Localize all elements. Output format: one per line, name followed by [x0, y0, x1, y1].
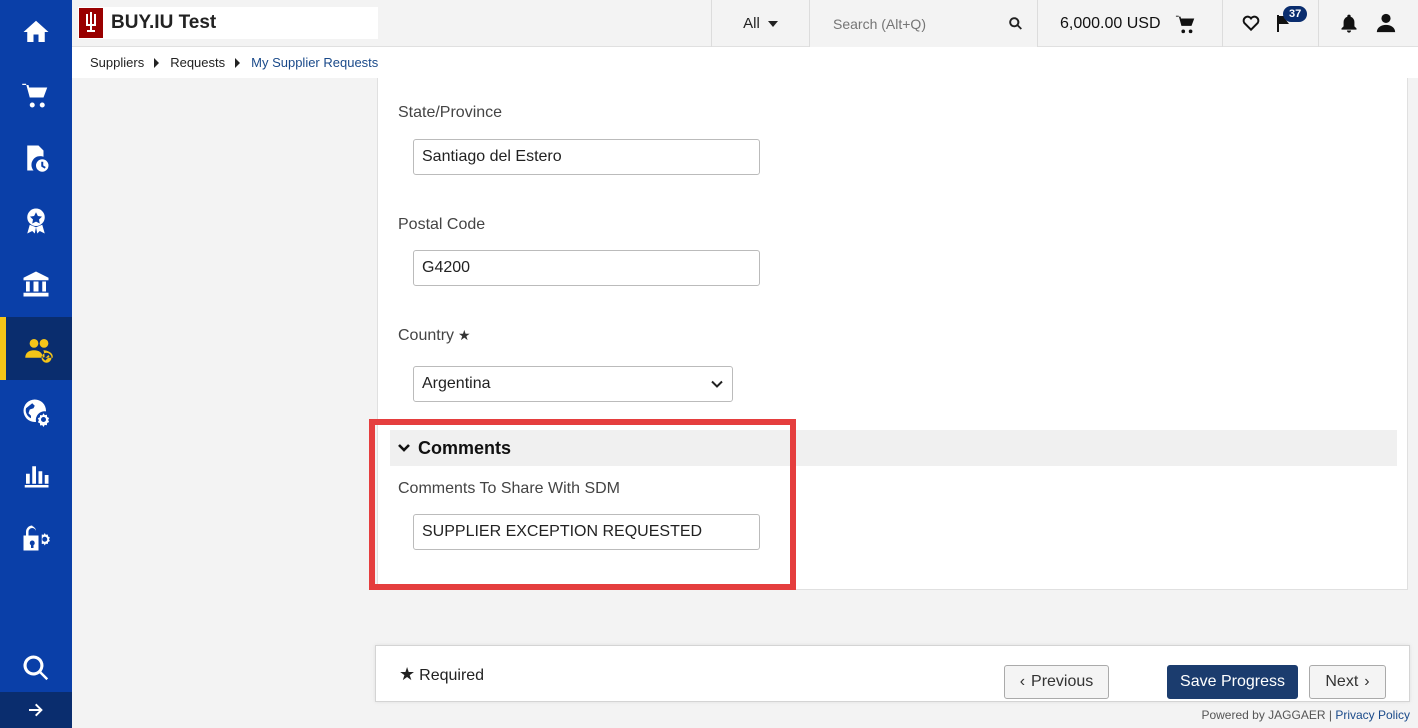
- breadcrumb-my-supplier-requests[interactable]: My Supplier Requests: [251, 55, 378, 70]
- document-clock-icon: [27, 145, 49, 172]
- favorites-and-flags: 37: [1222, 0, 1318, 47]
- site-logo[interactable]: BUY.IU Test: [78, 7, 378, 39]
- nav-shop[interactable]: [0, 63, 72, 126]
- bank-icon: [23, 271, 49, 296]
- required-star-icon: ★: [399, 664, 416, 684]
- comments-value: SUPPLIER EXCEPTION REQUESTED: [422, 523, 703, 540]
- search-scope-value: All: [743, 15, 760, 32]
- search-scope-select[interactable]: All: [711, 0, 809, 47]
- nav-sourcing[interactable]: [0, 380, 72, 443]
- search-icon[interactable]: [1008, 16, 1023, 31]
- arrow-right-icon: [29, 703, 43, 717]
- search-box: [809, 0, 1037, 47]
- caret-right-icon: [154, 57, 160, 68]
- left-navigation: [0, 0, 72, 728]
- chevron-left-icon: ‹: [1019, 673, 1026, 690]
- search-icon: [23, 654, 49, 680]
- save-progress-button[interactable]: Save Progress: [1167, 665, 1298, 699]
- nav-orders[interactable]: [0, 126, 72, 189]
- chevron-right-icon: ›: [1364, 673, 1370, 690]
- chevron-down-icon: [398, 444, 410, 452]
- nav-administer[interactable]: [0, 506, 72, 569]
- form-action-bar: ★ Required ‹ Previous Save Progress Next ›: [375, 645, 1410, 702]
- caret-right-icon: [235, 57, 241, 68]
- powered-by-text: Powered by JAGGAER: [1201, 708, 1326, 722]
- breadcrumb-suppliers[interactable]: Suppliers: [90, 55, 144, 70]
- comments-label: Comments To Share With SDM: [398, 480, 620, 497]
- required-star-icon: ★: [458, 327, 471, 343]
- cart-icon: [22, 83, 48, 107]
- logo-text: BUY.IU Test: [111, 12, 217, 33]
- postal-code-value: G4200: [422, 259, 471, 276]
- search-input[interactable]: [833, 15, 983, 32]
- country-label: Country: [398, 327, 455, 344]
- required-note: ★ Required: [399, 664, 484, 685]
- chevron-down-icon: [711, 380, 723, 388]
- powered-by-footer: Powered by JAGGAER | Privacy Policy: [1201, 708, 1410, 722]
- nav-accounts-payable[interactable]: [0, 252, 72, 315]
- top-header: BUY.IU Test All 6,000.00 USD 37: [72, 0, 1418, 47]
- previous-button[interactable]: ‹ Previous: [1004, 665, 1109, 699]
- cart-summary[interactable]: 6,000.00 USD: [1037, 0, 1222, 47]
- home-icon: [23, 20, 49, 42]
- bar-chart-icon: [24, 465, 49, 487]
- next-label: Next: [1325, 673, 1359, 690]
- breadcrumb: Suppliers Requests My Supplier Requests: [72, 47, 1418, 78]
- caret-down-icon: [767, 20, 778, 27]
- nav-expand-button[interactable]: [0, 692, 72, 728]
- supplier-group-icon: [25, 338, 53, 363]
- country-label-wrap: Country ★: [398, 327, 471, 345]
- user-icon[interactable]: [1375, 12, 1397, 34]
- privacy-policy-link[interactable]: Privacy Policy: [1335, 708, 1410, 722]
- nav-home[interactable]: [0, 0, 72, 63]
- state-label: State/Province: [398, 104, 503, 121]
- country-value: Argentina: [422, 375, 491, 392]
- comments-input[interactable]: SUPPLIER EXCEPTION REQUESTED: [413, 514, 760, 550]
- country-select[interactable]: Argentina: [413, 366, 733, 402]
- bell-icon[interactable]: [1339, 13, 1359, 33]
- cart-icon: [1175, 15, 1194, 33]
- comments-section-title: Comments: [418, 437, 512, 458]
- state-input[interactable]: Santiago del Estero: [413, 139, 760, 175]
- postal-code-input[interactable]: G4200: [413, 250, 760, 286]
- previous-label: Previous: [1031, 673, 1094, 690]
- state-value: Santiago del Estero: [422, 148, 562, 165]
- award-icon: [27, 208, 45, 233]
- nav-contracts[interactable]: [0, 189, 72, 252]
- lock-gear-icon: [23, 525, 50, 550]
- nav-search[interactable]: [0, 636, 72, 699]
- notification-count-badge: 37: [1283, 6, 1308, 22]
- heart-icon[interactable]: [1241, 13, 1261, 33]
- breadcrumb-requests[interactable]: Requests: [170, 55, 225, 70]
- user-area: [1318, 0, 1418, 47]
- postal-code-label: Postal Code: [398, 216, 486, 233]
- nav-suppliers[interactable]: [0, 317, 72, 380]
- supplier-request-form: State/Province Santiago del Estero Posta…: [377, 78, 1408, 590]
- next-button[interactable]: Next ›: [1309, 665, 1386, 699]
- globe-gear-icon: [23, 399, 50, 427]
- iu-trident-icon: [79, 8, 103, 38]
- nav-reports[interactable]: [0, 443, 72, 506]
- comments-section-header[interactable]: Comments: [390, 430, 1397, 466]
- required-note-text: Required: [419, 667, 485, 684]
- cart-total: 6,000.00 USD: [1060, 14, 1161, 32]
